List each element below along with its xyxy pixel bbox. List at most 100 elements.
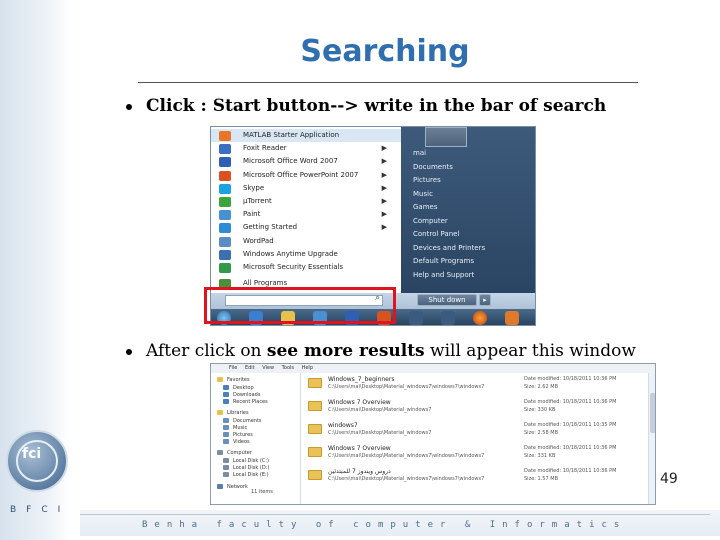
search-result-row[interactable]: Windows 7 Overview C:\Users\mai\Desktop\M… — [302, 398, 647, 415]
file-icon — [308, 378, 322, 388]
title-rule — [138, 82, 638, 83]
start-menu-item[interactable]: Microsoft Office Word 2007 ▶ — [211, 155, 401, 168]
nav-pane-item[interactable]: Local Disk (C:) — [223, 458, 269, 464]
folder-icon — [223, 458, 229, 463]
program-icon — [219, 223, 231, 234]
nav-pane-item[interactable]: Computer — [217, 450, 252, 456]
start-menu-item[interactable]: Skype ▶ — [211, 182, 401, 195]
start-menu-item-label: Getting Started — [243, 223, 298, 232]
bullet-2-text-after: will appear this window — [424, 341, 636, 361]
folder-icon — [223, 392, 229, 397]
start-menu-item-label: WordPad — [243, 236, 274, 245]
nav-pane-item[interactable]: Videos — [223, 439, 250, 445]
result-name: windows7 — [328, 422, 358, 429]
result-date: Date modified: 10/18/2011 10:36 PM — [524, 376, 617, 382]
start-menu-item-label: µTorrent — [243, 197, 272, 205]
start-menu-place-item[interactable]: Music — [413, 190, 433, 198]
program-icon — [219, 236, 231, 247]
submenu-arrow-icon: ▶ — [381, 144, 387, 153]
start-menu-item[interactable]: Paint ▶ — [211, 208, 401, 221]
program-icon — [219, 157, 231, 168]
folder-icon — [223, 418, 229, 423]
result-path: C:\Users\mai\Desktop\Material_windows7\w… — [328, 453, 485, 459]
result-path: C:\Users\mai\Desktop\Material_windows7 — [328, 430, 432, 436]
file-icon — [308, 470, 322, 480]
matlab-icon[interactable] — [505, 311, 519, 325]
result-date: Date modified: 10/18/2011 10:36 PM — [524, 445, 617, 451]
program-icon — [219, 183, 231, 194]
nav-pane-item[interactable]: Downloads — [223, 392, 260, 398]
folder-icon — [223, 399, 229, 404]
start-menu-item[interactable]: Windows Anytime Upgrade — [211, 248, 401, 261]
nav-pane-item[interactable]: Music — [223, 425, 247, 431]
nav-pane-item[interactable]: Documents — [223, 418, 262, 424]
app-icon[interactable] — [441, 311, 455, 325]
logo-mark: fci — [22, 446, 42, 462]
bullet-2-text-bold: see more results — [266, 341, 425, 361]
folder-icon — [223, 439, 229, 444]
nav-pane-item[interactable]: Local Disk (E:) — [223, 472, 269, 478]
bullet-2: After click on see more results will app… — [126, 341, 636, 361]
start-menu-item[interactable]: Foxit Reader ▶ — [211, 142, 401, 155]
app-icon[interactable] — [409, 311, 423, 325]
nav-pane-item-label: Network — [227, 484, 248, 490]
start-menu-place-item[interactable]: Computer — [413, 217, 448, 225]
firefox-icon[interactable] — [473, 311, 487, 325]
start-menu-item-label: MATLAB Starter Application — [243, 131, 340, 139]
start-menu-place-item[interactable]: mai — [413, 149, 426, 157]
explorer-navigation-pane: Favorites Desktop Downloads Recent Places Li… — [211, 373, 301, 504]
slide: fci BFCI Benha faculty of computer & Inf… — [0, 0, 720, 540]
nav-pane-item-label: Local Disk (C:) — [233, 458, 269, 464]
nav-pane-item-label: Local Disk (E:) — [233, 472, 269, 478]
nav-pane-item[interactable]: Recent Places — [223, 399, 268, 405]
shutdown-options-button[interactable]: ▸ — [479, 294, 491, 306]
explorer-menu-bar[interactable]: File Edit View Tools Help — [211, 364, 655, 373]
start-menu-item[interactable]: Microsoft Security Essentials — [211, 261, 401, 274]
start-menu-places: mai Documents Pictures Music Games Computer Co… — [401, 127, 535, 293]
results-scrollbar[interactable] — [648, 373, 655, 504]
footer-text: Benha faculty of computer & Informatics — [142, 520, 627, 530]
nav-pane-item-label: Pictures — [233, 432, 253, 438]
result-path: C:\Users\mai\Desktop\Material_windows7 — [328, 407, 432, 413]
folder-icon — [223, 425, 229, 430]
nav-pane-item[interactable]: Libraries — [217, 410, 249, 416]
submenu-arrow-icon: ▶ — [381, 210, 387, 219]
bullet-dot — [126, 348, 132, 355]
start-menu-place-item[interactable]: Default Programs — [413, 257, 474, 265]
search-result-row[interactable]: Windows 7 Overview C:\Users\mai\Desktop\M… — [302, 444, 647, 461]
nav-pane-item-label: Libraries — [227, 410, 249, 416]
start-menu-item[interactable]: WordPad — [211, 235, 401, 248]
start-menu-item[interactable]: Microsoft Office PowerPoint 2007 ▶ — [211, 169, 401, 182]
start-menu-place-item[interactable]: Help and Support — [413, 271, 474, 279]
start-menu-place-item[interactable]: Pictures — [413, 176, 441, 184]
nav-pane-item[interactable]: Pictures — [223, 432, 253, 438]
search-result-row[interactable]: windows7 C:\Users\mai\Desktop\Material_wi… — [302, 421, 647, 438]
nav-pane-item[interactable]: Favorites — [217, 377, 250, 383]
nav-pane-item-label: Music — [233, 425, 248, 431]
folder-icon — [223, 472, 229, 477]
folder-icon — [223, 385, 229, 390]
nav-pane-item[interactable]: Network — [217, 484, 248, 490]
search-result-row[interactable]: Windows_7_beginners C:\Users\mai\Desktop\… — [302, 375, 647, 392]
start-menu-item[interactable]: Getting Started ▶ — [211, 221, 401, 234]
scrollbar-thumb[interactable] — [650, 393, 655, 433]
start-menu-place-item[interactable]: Devices and Printers — [413, 244, 485, 252]
nav-pane-item-label: Favorites — [227, 377, 250, 383]
start-menu-item-label: Paint — [243, 210, 261, 219]
program-icon — [219, 131, 231, 141]
start-menu-item[interactable]: µTorrent ▶ — [211, 195, 401, 208]
start-menu-item-label: Microsoft Office PowerPoint 2007 — [243, 170, 359, 179]
start-menu-place-item[interactable]: Games — [413, 203, 438, 211]
result-size: Size: 2.62 MB — [524, 384, 559, 390]
result-name: دروس ويندوز 7 للمبتدئين — [328, 468, 391, 475]
nav-pane-item-label: Videos — [233, 439, 250, 445]
start-menu-place-item[interactable]: Control Panel — [413, 230, 459, 238]
search-result-row[interactable]: دروس ويندوز 7 للمبتدئين C:\Users\mai\Desk… — [302, 467, 647, 484]
start-menu-item[interactable]: MATLAB Starter Application — [211, 129, 401, 142]
folder-icon — [217, 484, 223, 489]
shutdown-button[interactable]: Shut down — [417, 294, 477, 306]
result-date: Date modified: 10/18/2011 10:36 PM — [524, 399, 617, 405]
nav-pane-item[interactable]: Local Disk (D:) — [223, 465, 269, 471]
nav-pane-item[interactable]: Desktop — [223, 385, 254, 391]
start-menu-place-item[interactable]: Documents — [413, 163, 453, 171]
